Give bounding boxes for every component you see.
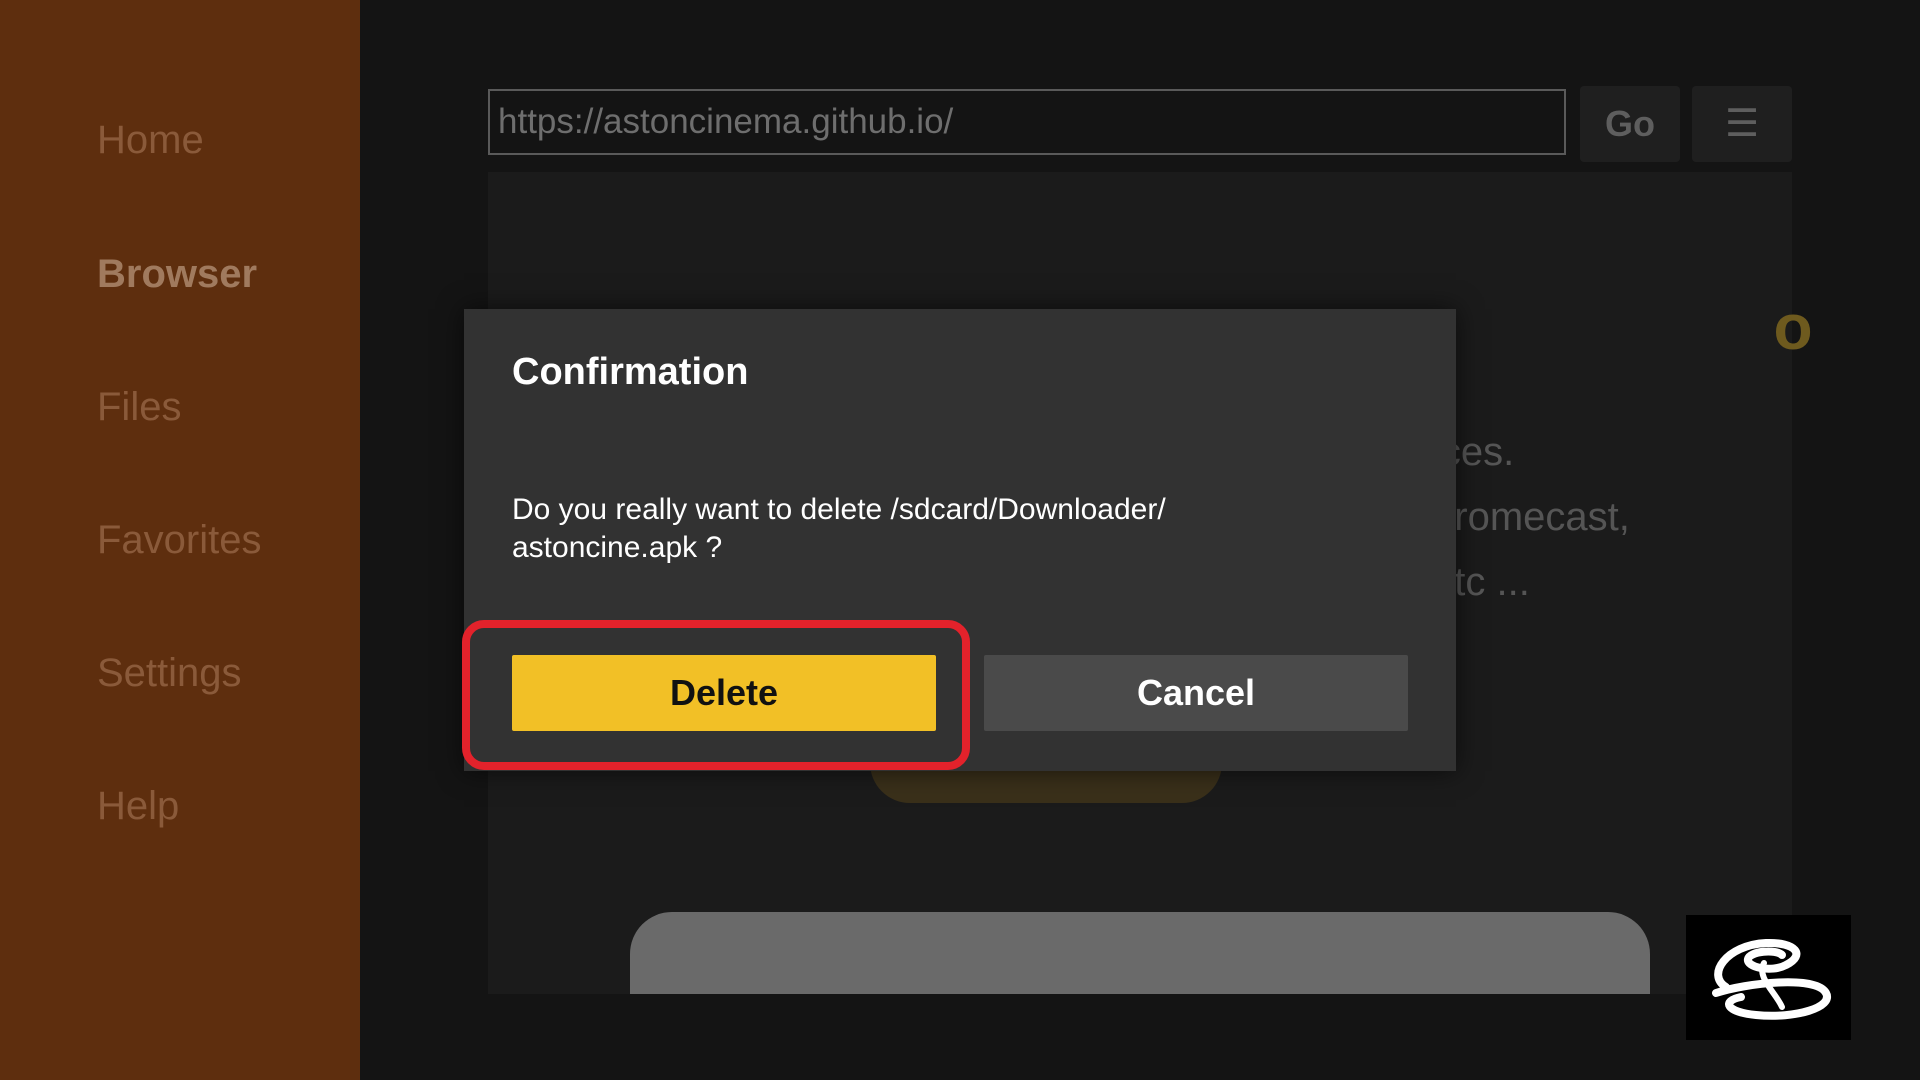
sidebar-item-home[interactable]: Home [97,118,204,163]
sidebar-item-settings[interactable]: Settings [97,651,242,696]
sidebar-item-files[interactable]: Files [97,385,181,430]
go-button[interactable]: Go [1580,86,1680,162]
sidebar-item-favorites[interactable]: Favorites [97,518,262,563]
web-text-line-2: nromecast, [1432,495,1630,539]
sidebar: Home Browser Files Favorites Settings He… [0,0,360,1080]
menu-icon: ☰ [1724,103,1760,145]
dialog-message: Do you really want to delete /sdcard/Dow… [512,493,1166,564]
sidebar-item-browser[interactable]: Browser [97,252,257,297]
url-input[interactable]: https://astoncinema.github.io/ [488,89,1566,155]
dialog-title: Confirmation [512,351,749,393]
cancel-button[interactable]: Cancel [984,655,1408,731]
web-card [630,912,1650,994]
sidebar-item-help[interactable]: Help [97,784,179,829]
highlight-frame [462,620,970,770]
menu-button[interactable]: ☰ [1692,86,1792,162]
logo-icon [1686,915,1851,1040]
